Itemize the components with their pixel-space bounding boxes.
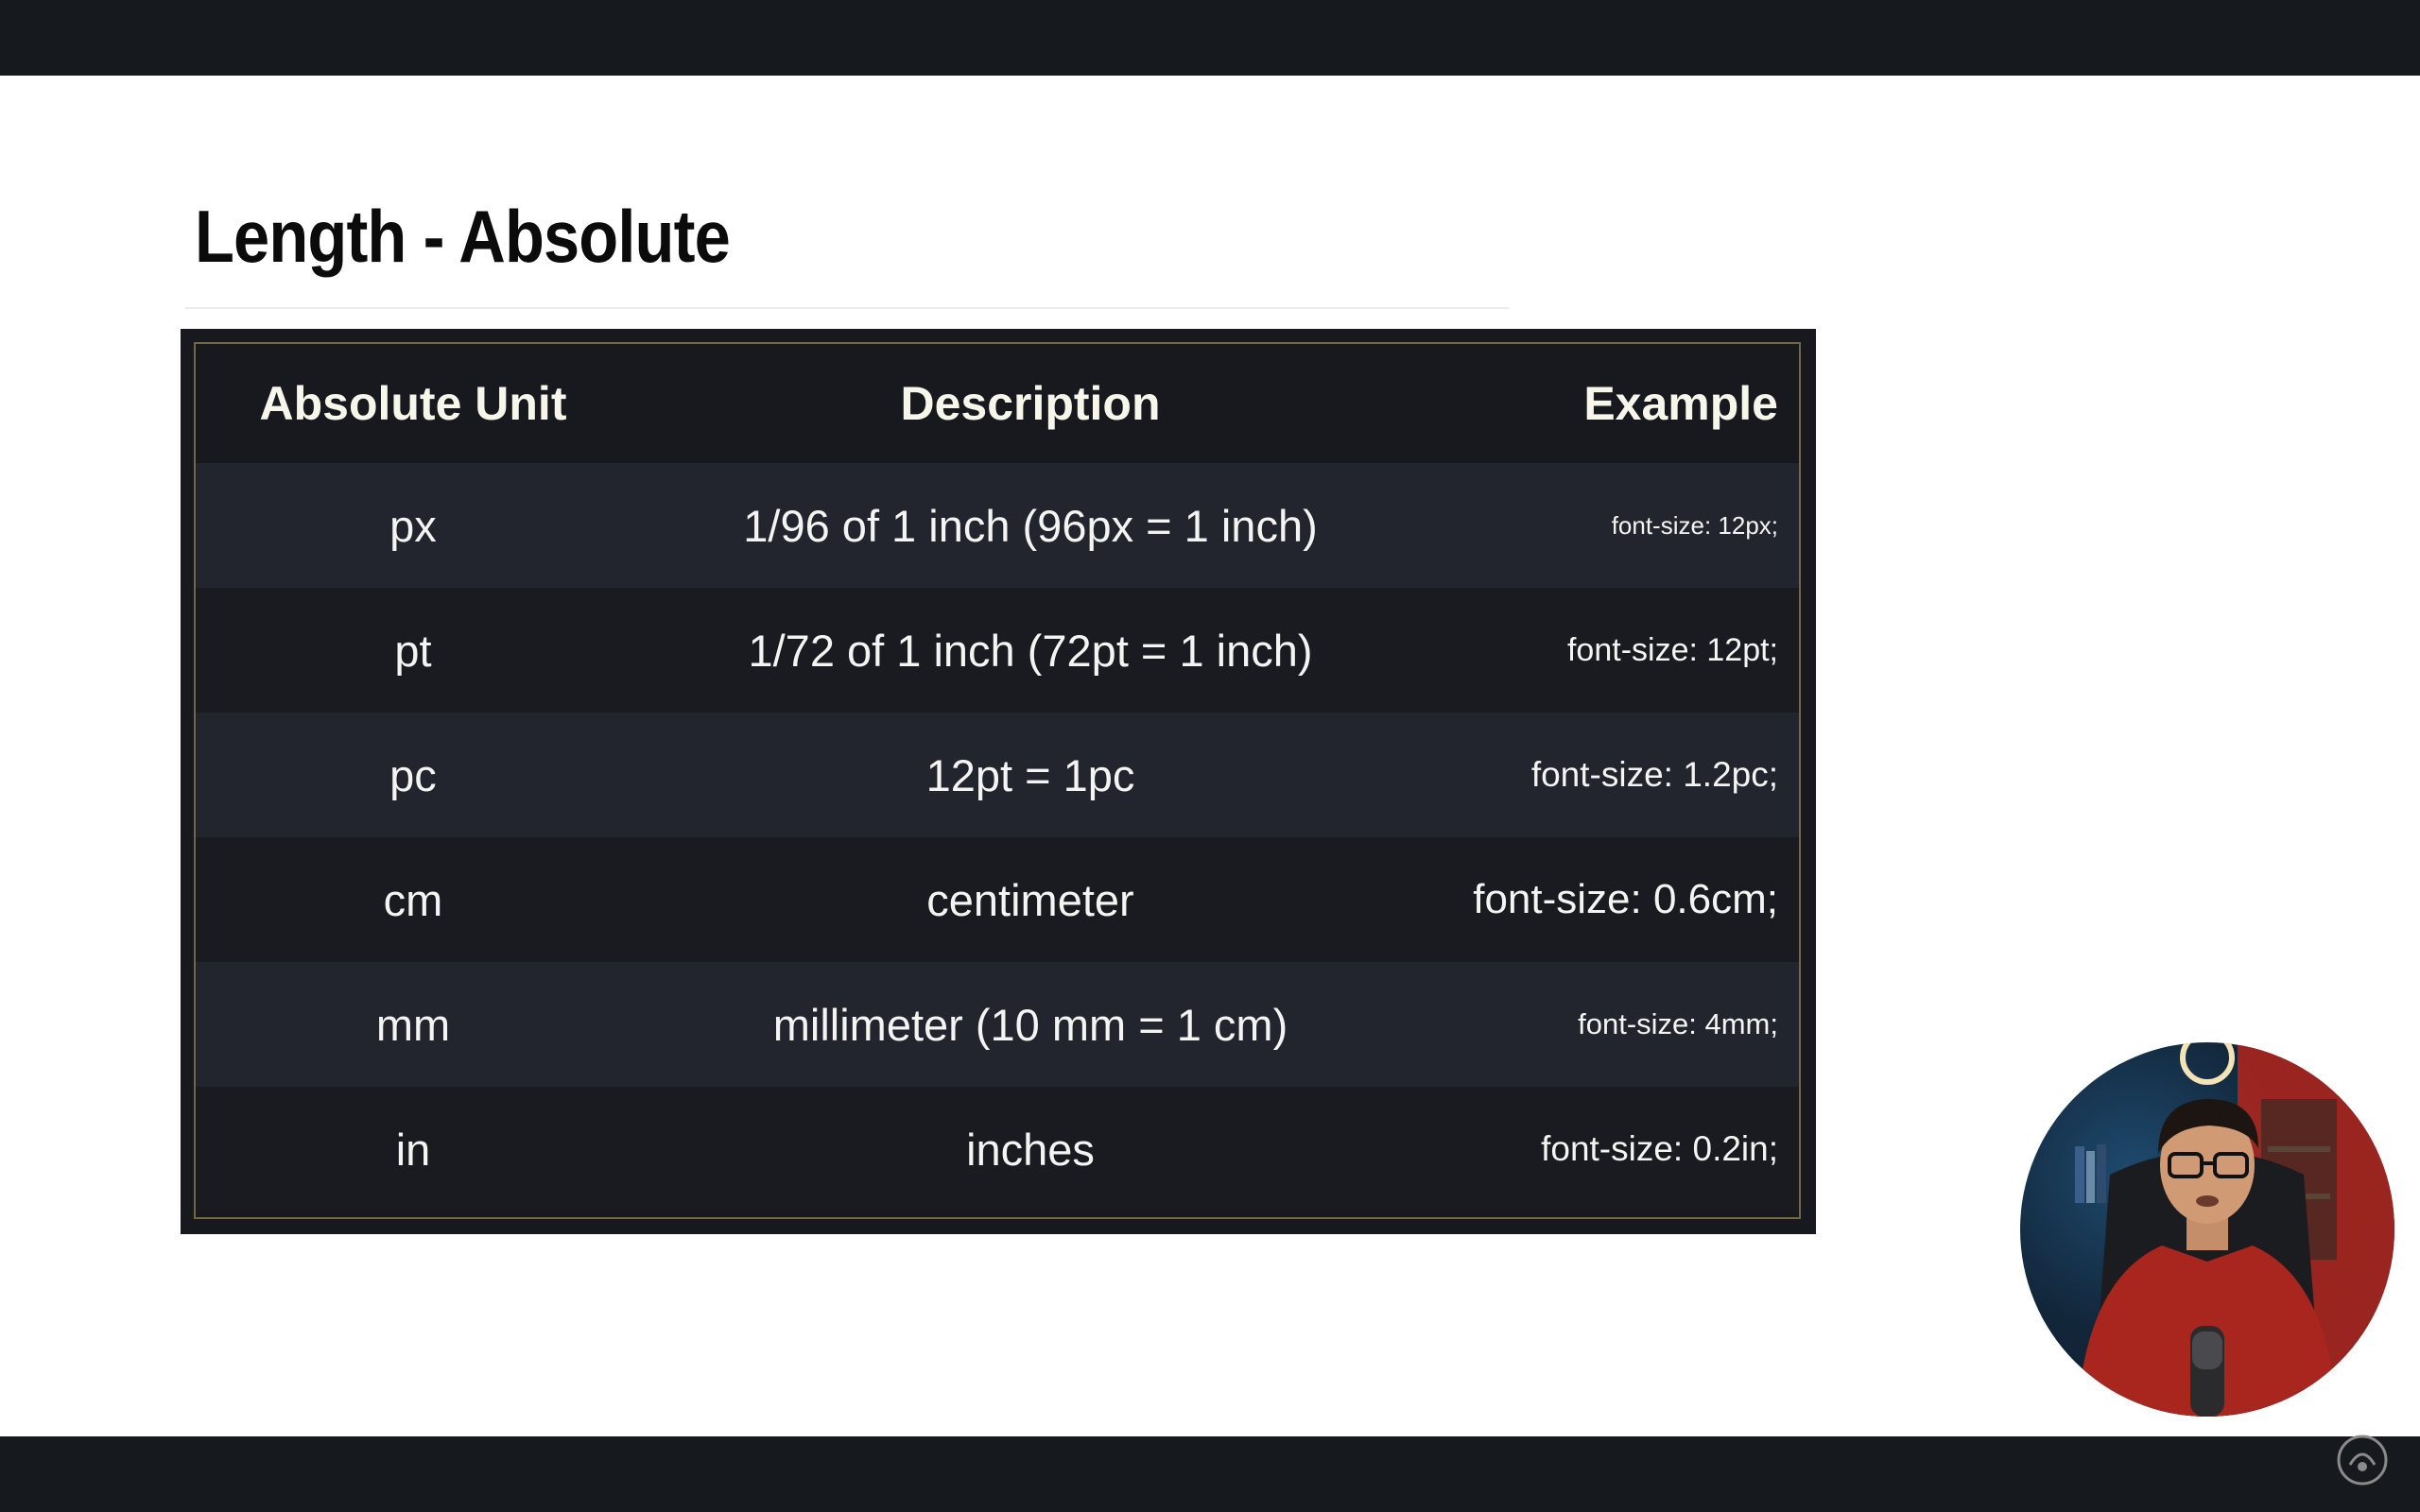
description-cell: millimeter (10 mm = 1 cm) — [772, 999, 1288, 1050]
description-cell: 1/72 of 1 inch (72pt = 1 inch) — [748, 625, 1313, 676]
channel-logo-icon — [2337, 1435, 2388, 1486]
table-row-pc: pc 12pt = 1pc font-size: 1.2pc; — [196, 713, 1799, 837]
example-cell: font-size: 0.2in; — [1541, 1129, 1778, 1168]
header-absolute-unit: Absolute Unit — [259, 377, 567, 430]
example-cell: font-size: 0.6cm; — [1473, 876, 1778, 922]
top-letterbox-bar — [0, 0, 2420, 76]
description-cell: inches — [966, 1124, 1095, 1175]
table-row-in: in inches font-size: 0.2in; — [196, 1087, 1799, 1211]
table-row-pt: pt 1/72 of 1 inch (72pt = 1 inch) font-s… — [196, 588, 1799, 713]
header-description: Description — [900, 377, 1161, 430]
bottom-letterbox-bar — [0, 1436, 2420, 1512]
example-cell: font-size: 12pt; — [1566, 631, 1778, 668]
example-cell: font-size: 1.2pc; — [1530, 755, 1778, 794]
table-row-cm: cm centimeter font-size: 0.6cm; — [196, 837, 1799, 962]
description-cell: 12pt = 1pc — [925, 749, 1135, 800]
header-example: Example — [1583, 377, 1778, 430]
presenter-webcam-overlay — [2020, 1042, 2394, 1417]
units-table-body: Absolute Unit Description Example px 1/9… — [194, 342, 1801, 1219]
presenter-illustration — [2075, 1042, 2394, 1417]
table-row-px: px 1/96 of 1 inch (96px = 1 inch) font-s… — [196, 463, 1799, 588]
title-divider — [185, 307, 1509, 309]
description-cell: 1/96 of 1 inch (96px = 1 inch) — [743, 500, 1318, 551]
table-header-row: Absolute Unit Description Example — [196, 344, 1799, 463]
example-cell: font-size: 12px; — [1611, 510, 1778, 540]
unit-cell: pc — [389, 749, 437, 800]
unit-cell: cm — [383, 874, 443, 925]
slide-title: Length - Absolute — [195, 195, 731, 278]
description-cell: centimeter — [926, 874, 1134, 925]
unit-cell: mm — [375, 999, 451, 1050]
example-cell: font-size: 4mm; — [1578, 1007, 1778, 1040]
units-table: Absolute Unit Description Example px 1/9… — [181, 329, 1816, 1234]
table-row-mm: mm millimeter (10 mm = 1 cm) font-size: … — [196, 962, 1799, 1087]
unit-cell: px — [389, 500, 437, 551]
unit-cell: pt — [394, 625, 432, 676]
unit-cell: in — [395, 1124, 431, 1175]
